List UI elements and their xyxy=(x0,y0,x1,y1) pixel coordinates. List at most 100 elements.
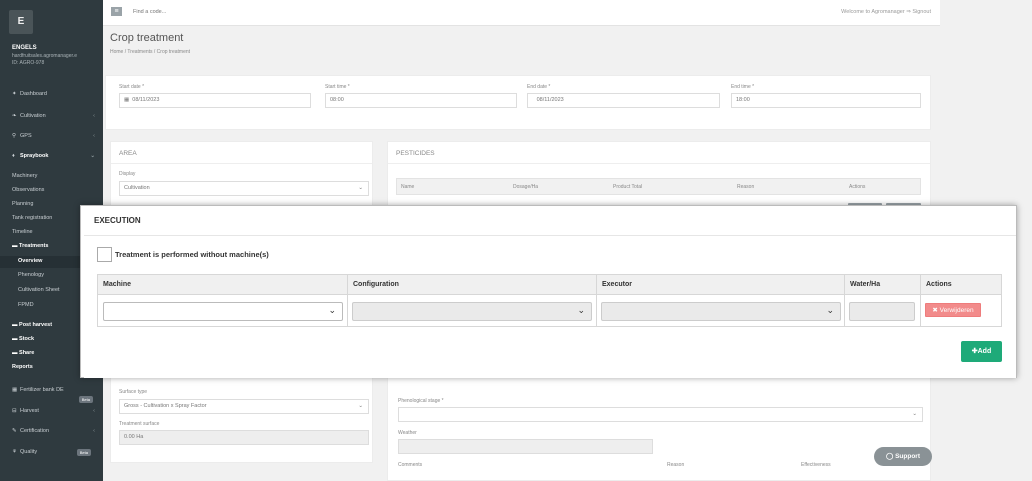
sidebar-item-label: Treatments xyxy=(19,243,49,249)
start-time-field[interactable]: 08:00 xyxy=(325,93,517,108)
table-cell: ⌄ xyxy=(98,295,348,327)
table-cell: ⌄ xyxy=(348,295,597,327)
chevron-down-icon: ⌄ xyxy=(358,185,363,191)
sidebar-item-label: Fertilizer bank DE xyxy=(20,387,64,393)
start-date-label: Start date * xyxy=(119,84,145,90)
start-date-value: 08/11/2023 xyxy=(132,97,160,103)
display-value: Cultivation xyxy=(124,185,150,191)
sidebar-item-label: Certification xyxy=(20,428,50,434)
sidebar-item-certification[interactable]: ✎ Certification ‹ xyxy=(0,428,103,434)
machine-select[interactable]: ⌄ xyxy=(103,302,343,321)
sidebar-item-dashboard[interactable]: ✦ Dashboard xyxy=(0,91,103,97)
sidebar-item-harvest[interactable]: ⊟ Harvest ‹ xyxy=(0,408,103,414)
execution-table: Machine Configuration Executor Water/Ha … xyxy=(97,274,1002,327)
chevron-down-icon: ⌄ xyxy=(358,403,363,409)
col-actions: Actions xyxy=(926,281,952,288)
divider xyxy=(388,163,930,164)
table-cell xyxy=(845,295,921,327)
without-machine-label[interactable]: Treatment is performed without machine(s… xyxy=(115,250,269,259)
folder-icon: ▬ xyxy=(12,336,20,342)
end-date-value: 08/11/2023 xyxy=(536,97,564,103)
topbar: ≡ Welcome to Agromanager ⇒ Signout xyxy=(103,0,940,26)
weather-field xyxy=(398,439,653,454)
sidebar-item-spraybook[interactable]: ♦ Spraybook ⌄ xyxy=(0,153,103,159)
sidebar-item-fertilizer-bank[interactable]: ▦ Fertilizer bank DE Beta xyxy=(0,387,103,403)
chevron-down-icon: ⌄ xyxy=(826,305,834,315)
folder-open-icon: ▬ xyxy=(12,243,20,249)
chevron-down-icon: ⌄ xyxy=(328,305,336,315)
start-date-field[interactable]: ▦ 08/11/2023 xyxy=(119,93,311,108)
user-id: ID: AGRO-978 xyxy=(12,60,45,66)
reason-label: Reason xyxy=(667,462,685,468)
surface-type-label: Surface type xyxy=(119,389,148,395)
surface-type-value: Gross - Cultivation x Spray Factor xyxy=(124,403,207,409)
signout-link[interactable]: ⇒ Signout xyxy=(906,9,931,15)
execution-table-header: Machine Configuration Executor Water/Ha … xyxy=(98,275,1001,295)
dates-card: Start date * ▦ 08/11/2023 Start time * 0… xyxy=(105,75,931,130)
configuration-select[interactable]: ⌄ xyxy=(352,302,592,321)
executor-select[interactable]: ⌄ xyxy=(601,302,841,321)
search-input[interactable] xyxy=(133,9,253,15)
col-water-ha: Water/Ha xyxy=(845,275,921,295)
bank-icon: ▦ xyxy=(12,387,18,393)
display-select[interactable]: Cultivation ⌄ xyxy=(119,181,369,196)
col-machine: Machine xyxy=(98,275,348,295)
col-name: Name xyxy=(401,184,415,190)
chevron-down-icon: ⌄ xyxy=(90,153,95,159)
menu-icon[interactable]: ≡ xyxy=(111,7,122,16)
sidebar-item-label: Cultivation xyxy=(20,113,46,119)
area-title: AREA xyxy=(119,150,137,157)
sidebar-item-label: Post harvest xyxy=(19,322,53,328)
comments-label: Comments xyxy=(398,462,423,468)
pin-icon: ⚲ xyxy=(12,133,17,139)
sidebar-item-label: Share xyxy=(19,350,35,356)
start-time-label: Start time * xyxy=(325,84,350,90)
weather-label: Weather xyxy=(398,430,417,436)
end-date-field[interactable]: 08/11/2023 xyxy=(527,93,720,108)
sidebar-item-machinery[interactable]: Machinery xyxy=(0,173,103,179)
end-time-field[interactable]: 18:00 xyxy=(731,93,921,108)
without-machine-checkbox[interactable] xyxy=(97,247,112,262)
sidebar-item-cultivation[interactable]: ❧ Cultivation ‹ xyxy=(0,113,103,119)
app: E ENGELS hardfruitsales.agromanager.e ID… xyxy=(0,0,1032,481)
col-configuration: Configuration xyxy=(348,275,597,295)
end-time-label: End time * xyxy=(731,84,755,90)
sidebar-item-quality[interactable]: ⚘ Quality Beta xyxy=(0,449,103,456)
chevron-left-icon: ‹ xyxy=(93,133,95,139)
chevron-down-icon: ⌄ xyxy=(577,305,585,315)
phenological-select[interactable]: ⌄ xyxy=(398,407,923,422)
page-title: Crop treatment xyxy=(110,32,184,44)
calendar-icon: ▦ xyxy=(124,97,131,103)
add-button[interactable]: ✚Add xyxy=(961,341,1002,362)
beta-badge: Beta xyxy=(76,449,91,456)
user-email: hardfruitsales.agromanager.e xyxy=(12,53,78,59)
bottle-icon: ♦ xyxy=(12,153,15,159)
avatar[interactable]: E xyxy=(9,10,33,34)
sidebar-item-label: Spraybook xyxy=(20,153,49,159)
effectiveness-label: Effectiveness xyxy=(801,462,831,468)
sidebar-item-label: Harvest xyxy=(20,408,39,414)
sidebar-item-gps[interactable]: ⚲ GPS ‹ xyxy=(0,133,103,139)
support-button[interactable]: ◯ Support xyxy=(874,447,932,466)
pesticides-title: PESTICIDES xyxy=(396,150,435,157)
user-name: ENGELS xyxy=(12,45,37,51)
surface-type-select[interactable]: Gross - Cultivation x Spray Factor ⌄ xyxy=(119,399,369,414)
treatment-surface-field: 0.00 Ha xyxy=(119,430,369,445)
divider xyxy=(111,163,372,164)
treatment-surface-label: Treatment surface xyxy=(119,421,160,427)
chevron-left-icon: ‹ xyxy=(93,428,95,434)
end-date-label: End date * xyxy=(527,84,551,90)
water-ha-field[interactable] xyxy=(849,302,915,321)
divider xyxy=(84,235,1016,236)
sidebar-item-label: Stock xyxy=(19,336,35,342)
table-cell: ⌄ xyxy=(597,295,845,327)
col-reason: Reason xyxy=(737,184,755,190)
chevron-left-icon: ‹ xyxy=(93,408,95,414)
sidebar-item-observations[interactable]: Observations xyxy=(0,187,103,193)
delete-button[interactable]: ✖ Verwijderen xyxy=(925,303,981,317)
execution-title: EXECUTION xyxy=(94,216,141,225)
certificate-icon: ✎ xyxy=(12,428,17,434)
chevron-down-icon: ⌄ xyxy=(912,411,917,417)
breadcrumb[interactable]: Home / Treatments / Crop treatment xyxy=(110,49,190,55)
sidebar-item-label: Dashboard xyxy=(20,91,47,97)
